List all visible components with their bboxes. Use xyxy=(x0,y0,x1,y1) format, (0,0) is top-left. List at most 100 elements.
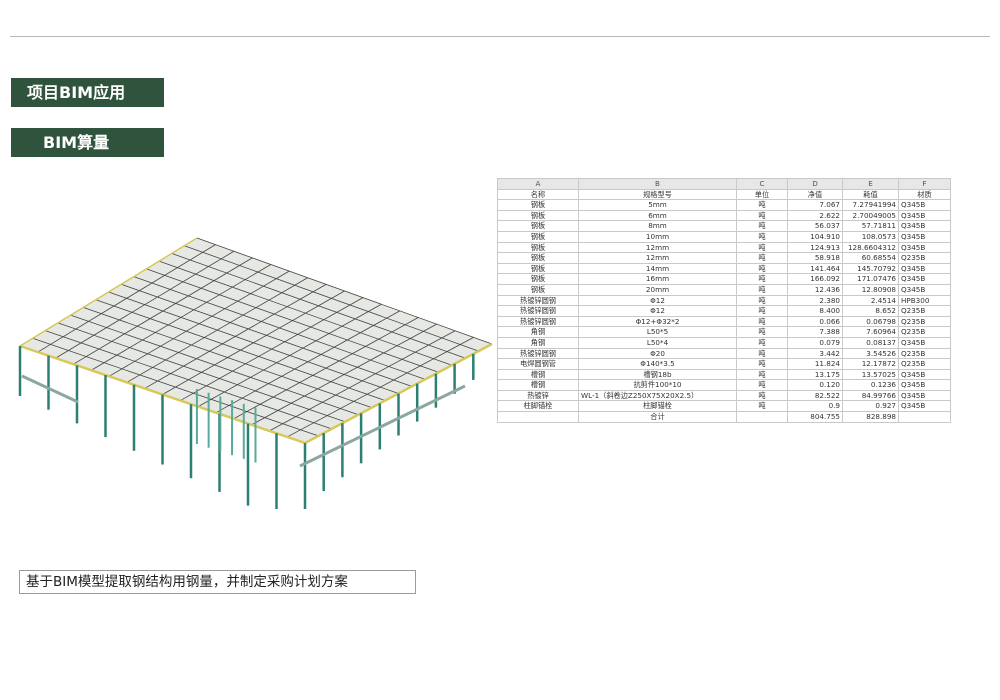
table-cell[interactable]: 槽钢 xyxy=(497,379,579,391)
column-letter[interactable]: D xyxy=(787,178,843,190)
table-cell[interactable]: 吨 xyxy=(736,368,788,381)
table-cell[interactable]: 13.57025 xyxy=(842,368,899,381)
table-cell[interactable]: 热镀锌圆钢 xyxy=(497,347,579,360)
table-cell[interactable]: 12.80908 xyxy=(842,283,899,296)
table-cell[interactable]: Q345B xyxy=(898,209,951,222)
table-cell[interactable]: 0.08137 xyxy=(842,336,899,349)
table-cell[interactable]: Q345B xyxy=(898,368,951,381)
table-cell[interactable]: 56.037 xyxy=(787,220,843,232)
table-cell[interactable]: 吨 xyxy=(736,262,788,275)
table-cell[interactable]: 吨 xyxy=(736,358,788,370)
table-cell[interactable]: Φ20 xyxy=(578,347,737,360)
table-cell[interactable]: 8mm xyxy=(578,220,737,232)
table-cell[interactable]: 7.60964 xyxy=(842,326,899,338)
table-cell[interactable]: 钢板 xyxy=(497,252,579,264)
table-cell[interactable]: 13.175 xyxy=(787,368,843,381)
table-cell[interactable]: 钢板 xyxy=(497,230,579,243)
table-cell[interactable]: Q345B xyxy=(898,336,951,349)
table-cell[interactable]: 60.68554 xyxy=(842,252,899,264)
table-cell[interactable]: Q345B xyxy=(898,230,951,243)
table-cell[interactable]: 12.436 xyxy=(787,283,843,296)
table-cell[interactable]: 吨 xyxy=(736,305,788,317)
total-cell[interactable] xyxy=(898,411,951,423)
table-cell[interactable]: 柱脚锚栓 xyxy=(578,400,737,413)
table-cell[interactable]: 吨 xyxy=(736,283,788,296)
table-cell[interactable]: 电焊圆钢管 xyxy=(497,358,579,370)
table-cell[interactable]: Q345B xyxy=(898,241,951,254)
table-cell[interactable]: 0.06798 xyxy=(842,315,899,328)
table-cell[interactable]: 槽钢18b xyxy=(578,368,737,381)
table-cell[interactable]: 2.622 xyxy=(787,209,843,222)
table-cell[interactable]: 8.652 xyxy=(842,305,899,317)
table-cell[interactable]: Q235B xyxy=(898,358,951,370)
total-cell[interactable]: 合计 xyxy=(578,411,737,423)
total-cell[interactable] xyxy=(736,411,788,423)
table-cell[interactable]: 11.824 xyxy=(787,358,843,370)
column-letter[interactable]: E xyxy=(842,178,899,190)
table-cell[interactable]: 7.388 xyxy=(787,326,843,338)
table-cell[interactable]: 钢板 xyxy=(497,199,579,211)
table-cell[interactable]: 0.079 xyxy=(787,336,843,349)
header-cell[interactable]: 规格型号 xyxy=(578,188,737,201)
table-cell[interactable]: 141.464 xyxy=(787,262,843,275)
header-cell[interactable]: 名称 xyxy=(497,188,579,201)
table-cell[interactable]: 2.4514 xyxy=(842,294,899,307)
table-cell[interactable]: 角钢 xyxy=(497,326,579,338)
table-cell[interactable]: 12mm xyxy=(578,241,737,254)
table-cell[interactable]: 钢板 xyxy=(497,283,579,296)
table-cell[interactable]: Q235B xyxy=(898,305,951,317)
table-cell[interactable]: 171.07476 xyxy=(842,273,899,285)
table-cell[interactable]: 0.1236 xyxy=(842,379,899,391)
table-cell[interactable]: 吨 xyxy=(736,209,788,222)
table-cell[interactable]: 槽钢 xyxy=(497,368,579,381)
table-cell[interactable]: 热镀锌圆钢 xyxy=(497,294,579,307)
total-cell[interactable]: 804.755 xyxy=(787,411,843,423)
header-cell[interactable]: 净值 xyxy=(787,188,843,201)
table-cell[interactable]: 2.380 xyxy=(787,294,843,307)
table-cell[interactable]: 吨 xyxy=(736,241,788,254)
table-cell[interactable]: 128.6604312 xyxy=(842,241,899,254)
header-cell[interactable]: 材质 xyxy=(898,188,951,201)
table-cell[interactable]: 6mm xyxy=(578,209,737,222)
table-cell[interactable]: 7.067 xyxy=(787,199,843,211)
table-cell[interactable]: 吨 xyxy=(736,347,788,360)
column-letter[interactable]: F xyxy=(898,178,951,190)
table-cell[interactable]: Φ140*3.5 xyxy=(578,358,737,370)
table-cell[interactable]: 吨 xyxy=(736,389,788,402)
table-cell[interactable]: Q235B xyxy=(898,252,951,264)
table-cell[interactable]: 0.066 xyxy=(787,315,843,328)
table-cell[interactable]: WL-1（斜卷边Z250X75X20X2.5） xyxy=(578,389,737,402)
table-cell[interactable]: 吨 xyxy=(736,294,788,307)
table-cell[interactable]: 0.927 xyxy=(842,400,899,413)
table-cell[interactable]: 热镀锌 xyxy=(497,389,579,402)
table-cell[interactable]: Q345B xyxy=(898,262,951,275)
table-cell[interactable]: 12.17872 xyxy=(842,358,899,370)
table-cell[interactable]: 热镀锌圆钢 xyxy=(497,305,579,317)
table-cell[interactable]: 钢板 xyxy=(497,262,579,275)
table-cell[interactable]: 10mm xyxy=(578,230,737,243)
table-cell[interactable]: 124.913 xyxy=(787,241,843,254)
table-cell[interactable]: 7.27941994 xyxy=(842,199,899,211)
table-cell[interactable]: HPB300 xyxy=(898,294,951,307)
table-cell[interactable]: 16mm xyxy=(578,273,737,285)
table-cell[interactable]: Q235B xyxy=(898,347,951,360)
table-cell[interactable]: 145.70792 xyxy=(842,262,899,275)
table-cell[interactable]: Φ12 xyxy=(578,294,737,307)
table-cell[interactable]: 吨 xyxy=(736,220,788,232)
column-letter[interactable]: C xyxy=(736,178,788,190)
table-cell[interactable]: 吨 xyxy=(736,315,788,328)
table-cell[interactable]: 58.918 xyxy=(787,252,843,264)
table-cell[interactable]: 166.092 xyxy=(787,273,843,285)
table-cell[interactable]: 104.910 xyxy=(787,230,843,243)
table-cell[interactable]: Q345B xyxy=(898,273,951,285)
column-letter[interactable]: B xyxy=(578,178,737,190)
table-cell[interactable]: 84.99766 xyxy=(842,389,899,402)
header-cell[interactable]: 单位 xyxy=(736,188,788,201)
table-cell[interactable]: 钢板 xyxy=(497,209,579,222)
table-cell[interactable]: 82.522 xyxy=(787,389,843,402)
total-cell[interactable]: 828.898 xyxy=(842,411,899,423)
table-cell[interactable]: 8.400 xyxy=(787,305,843,317)
table-cell[interactable]: 角钢 xyxy=(497,336,579,349)
table-cell[interactable]: 0.120 xyxy=(787,379,843,391)
total-cell[interactable] xyxy=(497,411,579,423)
